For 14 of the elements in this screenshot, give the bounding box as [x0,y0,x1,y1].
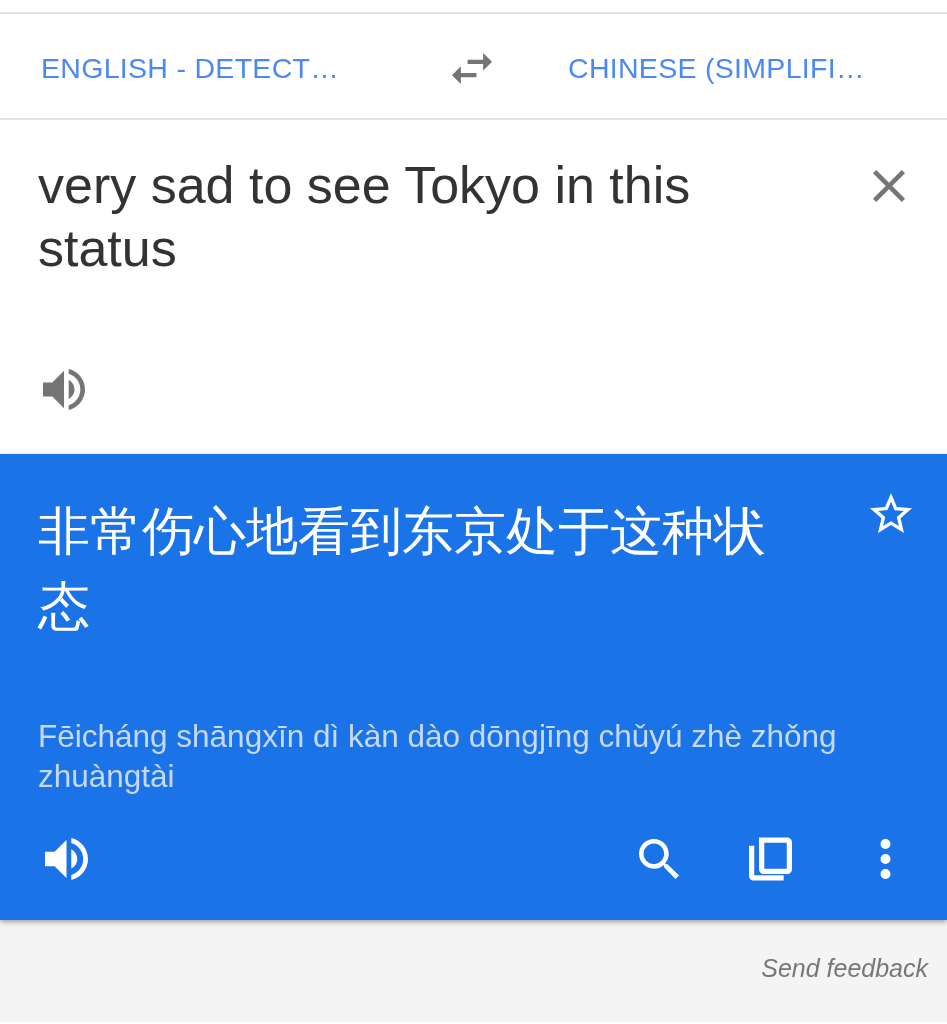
speaker-icon[interactable] [45,838,88,880]
send-feedback-link[interactable]: Send feedback [761,954,928,982]
speaker-icon[interactable] [43,369,85,410]
source-language-button[interactable]: ENGLISH - DETECT… [41,50,340,86]
close-icon[interactable] [873,170,905,202]
swap-languages-icon[interactable] [452,52,492,84]
translation-text: 非常伤心地看到东京处于这种状态 [38,500,767,638]
romanization-text: Fēicháng shāngxīn dì kàn dào dōngjīng chǔyú zhè zhǒng zhuàngtài [38,717,838,796]
copy-icon[interactable] [749,836,792,882]
source-text-field[interactable]: very sad to see Tokyo in this status [38,154,828,280]
star-icon[interactable] [870,493,912,533]
more-options-icon[interactable] [880,839,891,879]
search-icon[interactable] [639,839,679,879]
target-language-button[interactable]: CHINESE (SIMPLIFI… [568,50,865,86]
